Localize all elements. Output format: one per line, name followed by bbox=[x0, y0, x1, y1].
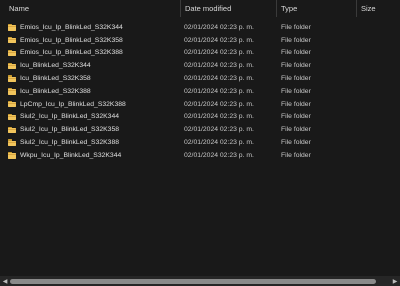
file-date-modified: 02/01/2024 02:23 p. m. bbox=[184, 100, 254, 108]
file-type: File folder bbox=[281, 36, 311, 44]
column-header-date-label: Date modified bbox=[185, 4, 232, 13]
file-name-cell[interactable]: Siul2_Icu_Ip_BlinkLed_S32K358 bbox=[8, 123, 119, 136]
folder-icon bbox=[8, 152, 16, 159]
file-date-modified: 02/01/2024 02:23 p. m. bbox=[184, 36, 254, 44]
file-name: Emios_Icu_Ip_BlinkLed_S32K388 bbox=[20, 49, 123, 57]
file-name: Siul2_Icu_Ip_BlinkLed_S32K358 bbox=[20, 126, 120, 134]
file-name-cell[interactable]: Icu_BlinkLed_S32K344 bbox=[8, 59, 91, 72]
file-row[interactable]: Wkpu_Icu_Ip_BlinkLed_S32K344 02/01/2024 0… bbox=[0, 149, 400, 162]
scroll-right-icon[interactable]: ▶ bbox=[390, 276, 400, 286]
file-row[interactable]: Emios_Icu_Ip_BlinkLed_S32K388 02/01/2024 … bbox=[0, 47, 400, 60]
file-name: Wkpu_Icu_Ip_BlinkLed_S32K344 bbox=[20, 151, 122, 159]
file-type: File folder bbox=[281, 100, 311, 108]
file-name-cell[interactable]: Icu_BlinkLed_S32K388 bbox=[8, 85, 91, 98]
file-type: File folder bbox=[281, 49, 311, 57]
column-header-name-label: Name bbox=[9, 4, 30, 13]
file-row[interactable]: Icu_BlinkLed_S32K344 02/01/2024 02:23 p. … bbox=[0, 59, 400, 72]
file-explorer-view: Name Date modified Type Size Emios_Icu_I… bbox=[0, 0, 400, 286]
file-type: File folder bbox=[281, 87, 311, 95]
file-type: File folder bbox=[281, 23, 311, 31]
file-date-modified: 02/01/2024 02:23 p. m. bbox=[184, 49, 254, 57]
file-type: File folder bbox=[281, 113, 311, 121]
file-date-modified: 02/01/2024 02:23 p. m. bbox=[184, 75, 254, 83]
file-row[interactable]: Emios_Icu_Ip_BlinkLed_S32K358 02/01/2024 … bbox=[0, 34, 400, 47]
file-date-modified: 02/01/2024 02:23 p. m. bbox=[184, 62, 254, 70]
file-date-modified: 02/01/2024 02:23 p. m. bbox=[184, 113, 254, 121]
column-header-size-label: Size bbox=[361, 4, 376, 13]
column-header-name[interactable]: Name bbox=[4, 0, 180, 17]
file-row[interactable]: Siul2_Icu_Ip_BlinkLed_S32K388 02/01/2024 … bbox=[0, 136, 400, 149]
file-name: LpCmp_Icu_Ip_BlinkLed_S32K388 bbox=[20, 100, 126, 108]
file-name-cell[interactable]: Siul2_Icu_Ip_BlinkLed_S32K388 bbox=[8, 136, 119, 149]
folder-icon bbox=[8, 126, 16, 134]
file-row[interactable]: Icu_BlinkLed_S32K388 02/01/2024 02:23 p. … bbox=[0, 85, 400, 98]
file-name: Icu_BlinkLed_S32K388 bbox=[20, 87, 91, 95]
horizontal-scrollbar[interactable]: ◀ ▶ bbox=[0, 276, 400, 286]
file-row[interactable]: LpCmp_Icu_Ip_BlinkLed_S32K388 02/01/2024 … bbox=[0, 98, 400, 111]
folder-icon bbox=[8, 113, 16, 121]
folder-icon bbox=[8, 24, 16, 31]
file-row[interactable]: Siul2_Icu_Ip_BlinkLed_S32K358 02/01/2024 … bbox=[0, 123, 400, 136]
column-header-date-modified[interactable]: Date modified bbox=[180, 0, 276, 17]
folder-icon bbox=[8, 88, 16, 95]
file-type: File folder bbox=[281, 126, 311, 134]
folder-icon bbox=[8, 36, 16, 44]
folder-icon bbox=[8, 75, 16, 82]
file-name-cell[interactable]: Emios_Icu_Ip_BlinkLed_S32K388 bbox=[8, 47, 123, 60]
file-name-cell[interactable]: Emios_Icu_Ip_BlinkLed_S32K358 bbox=[8, 34, 123, 47]
file-row[interactable]: Icu_BlinkLed_S32K358 02/01/2024 02:23 p. … bbox=[0, 72, 400, 85]
column-header-size[interactable]: Size bbox=[356, 0, 400, 17]
scrollbar-thumb[interactable] bbox=[10, 278, 376, 284]
file-date-modified: 02/01/2024 02:23 p. m. bbox=[184, 151, 254, 159]
column-header-bar: Name Date modified Type Size bbox=[0, 0, 400, 17]
file-type: File folder bbox=[281, 139, 311, 147]
file-date-modified: 02/01/2024 02:23 p. m. bbox=[184, 139, 254, 147]
file-name-cell[interactable]: Icu_BlinkLed_S32K358 bbox=[8, 72, 91, 85]
file-name-cell[interactable]: Wkpu_Icu_Ip_BlinkLed_S32K344 bbox=[8, 149, 121, 162]
file-name-cell[interactable]: Siul2_Icu_Ip_BlinkLed_S32K344 bbox=[8, 111, 119, 124]
folder-icon bbox=[8, 100, 16, 108]
file-name-cell[interactable]: Emios_Icu_Ip_BlinkLed_S32K344 bbox=[8, 21, 123, 34]
column-header-type-label: Type bbox=[281, 4, 298, 13]
file-name-cell[interactable]: LpCmp_Icu_Ip_BlinkLed_S32K388 bbox=[8, 98, 126, 111]
file-type: File folder bbox=[281, 62, 311, 70]
file-date-modified: 02/01/2024 02:23 p. m. bbox=[184, 87, 254, 95]
file-date-modified: 02/01/2024 02:23 p. m. bbox=[184, 126, 254, 134]
file-name: Emios_Icu_Ip_BlinkLed_S32K358 bbox=[20, 36, 123, 44]
scroll-left-icon[interactable]: ◀ bbox=[0, 276, 10, 286]
folder-icon bbox=[8, 49, 16, 57]
file-list: Emios_Icu_Ip_BlinkLed_S32K344 02/01/2024 … bbox=[0, 21, 400, 162]
file-name: Icu_BlinkLed_S32K358 bbox=[20, 75, 91, 83]
file-date-modified: 02/01/2024 02:23 p. m. bbox=[184, 23, 254, 31]
file-name: Siul2_Icu_Ip_BlinkLed_S32K344 bbox=[20, 113, 120, 121]
file-name: Emios_Icu_Ip_BlinkLed_S32K344 bbox=[20, 23, 123, 31]
file-row[interactable]: Siul2_Icu_Ip_BlinkLed_S32K344 02/01/2024 … bbox=[0, 111, 400, 124]
file-type: File folder bbox=[281, 75, 311, 83]
file-name: Icu_BlinkLed_S32K344 bbox=[20, 62, 91, 70]
column-header-type[interactable]: Type bbox=[276, 0, 356, 17]
file-row[interactable]: Emios_Icu_Ip_BlinkLed_S32K344 02/01/2024 … bbox=[0, 21, 400, 34]
file-type: File folder bbox=[281, 151, 311, 159]
folder-icon bbox=[8, 139, 16, 146]
folder-icon bbox=[8, 62, 16, 70]
file-name: Siul2_Icu_Ip_BlinkLed_S32K388 bbox=[20, 139, 120, 147]
